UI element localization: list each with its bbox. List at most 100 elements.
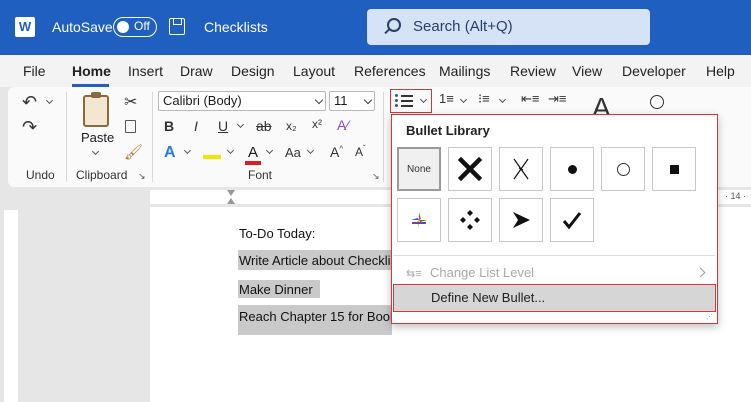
resize-grip-icon[interactable]: ⋰ xyxy=(706,313,713,321)
bullet-option-check-mark[interactable] xyxy=(550,198,594,242)
tab-layout[interactable]: Layout xyxy=(293,63,335,79)
document-title: Checklists xyxy=(204,19,268,35)
define-new-bullet-label: Define New Bullet... xyxy=(431,290,546,305)
format-painter-icon[interactable]: 🖌 xyxy=(124,143,143,161)
chevron-down-icon xyxy=(314,95,324,105)
tab-mailings[interactable]: Mailings xyxy=(439,63,490,79)
hollow-circle-icon xyxy=(616,162,630,176)
group-separator xyxy=(66,92,67,182)
increase-indent-icon[interactable]: ⇥≡ xyxy=(548,91,566,107)
bullet-option-colorful-flower[interactable] xyxy=(397,198,441,242)
bullet-none-label: None xyxy=(407,163,431,175)
decrease-indent-icon[interactable]: ⇤≡ xyxy=(521,91,539,107)
shrink-font-button[interactable]: Aˇ xyxy=(355,144,366,159)
check-mark-icon xyxy=(562,212,582,230)
document-line[interactable]: Write Article about Checklis xyxy=(239,253,397,268)
colorful-flower-icon xyxy=(411,212,427,228)
undo-icon[interactable]: ↶ xyxy=(22,92,37,113)
text-effects-button[interactable]: A xyxy=(164,144,176,162)
tab-home[interactable]: Home xyxy=(72,63,111,79)
first-line-indent-icon xyxy=(227,190,235,196)
autosave-toggle[interactable]: Off xyxy=(113,17,157,37)
document-line[interactable]: Reach Chapter 15 for Book C xyxy=(239,309,410,324)
grow-font-button[interactable]: A^ xyxy=(330,144,343,160)
multilevel-list-icon[interactable]: ⁝≡ xyxy=(478,91,490,107)
hanging-indent-icon xyxy=(227,198,235,204)
highlight-color-icon[interactable] xyxy=(203,145,221,159)
title-bar: W AutoSave Off Checklists Search (Alt+Q) xyxy=(0,0,751,55)
bullets-button[interactable] xyxy=(395,93,417,109)
bold-button[interactable]: B xyxy=(164,118,174,134)
define-new-bullet-item[interactable]: Define New Bullet... xyxy=(393,284,716,312)
toggle-knob xyxy=(117,20,129,33)
document-line[interactable]: Make Dinner xyxy=(239,282,313,297)
bullet-option-filled-circle[interactable] xyxy=(550,147,594,191)
four-diamonds-icon xyxy=(460,210,480,230)
heavy-x-icon xyxy=(457,156,483,182)
change-case-button[interactable]: Aa xyxy=(285,145,301,160)
clipboard-launcher-icon[interactable]: ↘ xyxy=(138,171,146,182)
paste-label[interactable]: Paste xyxy=(81,130,114,145)
tab-draw[interactable]: Draw xyxy=(180,63,213,79)
tab-insert[interactable]: Insert xyxy=(128,63,163,79)
bullet-option-none[interactable]: None xyxy=(397,147,441,191)
paste-clip-icon xyxy=(91,92,101,98)
bullet-option-arrowhead[interactable] xyxy=(499,198,543,242)
font-size-combo[interactable]: 11 xyxy=(329,91,375,111)
font-name-combo[interactable]: Calibri (Body) xyxy=(158,91,326,111)
bullet-dot-icon xyxy=(395,94,398,97)
filled-square-icon xyxy=(669,164,679,174)
autosave-label: AutoSave xyxy=(52,19,113,35)
italic-button[interactable]: I xyxy=(194,118,198,134)
bullet-line-icon xyxy=(401,105,413,107)
indent-marker-icon[interactable] xyxy=(225,190,237,204)
group-label-undo: Undo xyxy=(26,168,55,182)
tab-review[interactable]: Review xyxy=(510,63,556,79)
ruler-mark-14: · 14 · xyxy=(725,191,747,201)
bullet-option-thin-x[interactable] xyxy=(499,147,543,191)
strikethrough-button[interactable]: ab xyxy=(256,118,272,134)
bullet-dot-icon xyxy=(395,104,398,107)
save-icon[interactable] xyxy=(169,18,185,35)
chevron-right-icon xyxy=(695,267,706,278)
bullet-option-four-diamonds[interactable] xyxy=(448,198,492,242)
numbering-icon[interactable]: 1≡ xyxy=(439,91,454,106)
tab-view[interactable]: View xyxy=(572,63,602,79)
dropdown-title: Bullet Library xyxy=(406,123,490,138)
search-box[interactable]: Search (Alt+Q) xyxy=(367,9,650,45)
filled-circle-icon xyxy=(567,164,577,174)
paste-icon[interactable] xyxy=(83,95,109,127)
search-icon xyxy=(387,18,401,32)
chevron-down-icon xyxy=(363,95,373,105)
document-line[interactable]: To-Do Today: xyxy=(239,226,315,241)
thin-x-icon xyxy=(513,158,529,180)
find-icon[interactable] xyxy=(650,95,664,109)
vertical-ruler[interactable] xyxy=(4,210,18,402)
font-launcher-icon[interactable]: ↘ xyxy=(372,171,380,182)
subscript-button[interactable]: x₂ xyxy=(286,119,297,133)
group-separator xyxy=(152,92,153,182)
word-logo-icon: W xyxy=(15,17,35,37)
autosave-state: Off xyxy=(134,19,150,33)
bullet-option-hollow-circle[interactable] xyxy=(601,147,645,191)
tab-developer[interactable]: Developer xyxy=(622,63,686,79)
bullet-line-icon xyxy=(401,100,413,102)
font-color-button[interactable]: A xyxy=(245,144,261,165)
superscript-button[interactable]: x² xyxy=(312,117,322,131)
bullet-option-heavy-x[interactable] xyxy=(448,147,492,191)
tab-design[interactable]: Design xyxy=(231,63,275,79)
tab-file[interactable]: File xyxy=(23,63,46,79)
bullet-library-dropdown: Bullet Library None ⇆≡ Change List Level… xyxy=(391,114,718,324)
copy-icon[interactable] xyxy=(125,120,136,133)
tab-references[interactable]: References xyxy=(354,63,426,79)
bullet-line-icon xyxy=(401,95,413,97)
tab-help[interactable]: Help xyxy=(706,63,735,79)
clear-formatting-icon[interactable]: A⁄ xyxy=(337,117,349,133)
cut-icon[interactable]: ✂ xyxy=(124,92,137,112)
font-size-value: 11 xyxy=(334,93,348,108)
redo-icon[interactable]: ↷ xyxy=(22,117,37,138)
change-list-level-item[interactable]: ⇆≡ Change List Level xyxy=(392,261,716,285)
group-separator xyxy=(383,92,384,182)
underline-button[interactable]: U xyxy=(218,118,228,134)
bullet-option-filled-square[interactable] xyxy=(652,147,696,191)
